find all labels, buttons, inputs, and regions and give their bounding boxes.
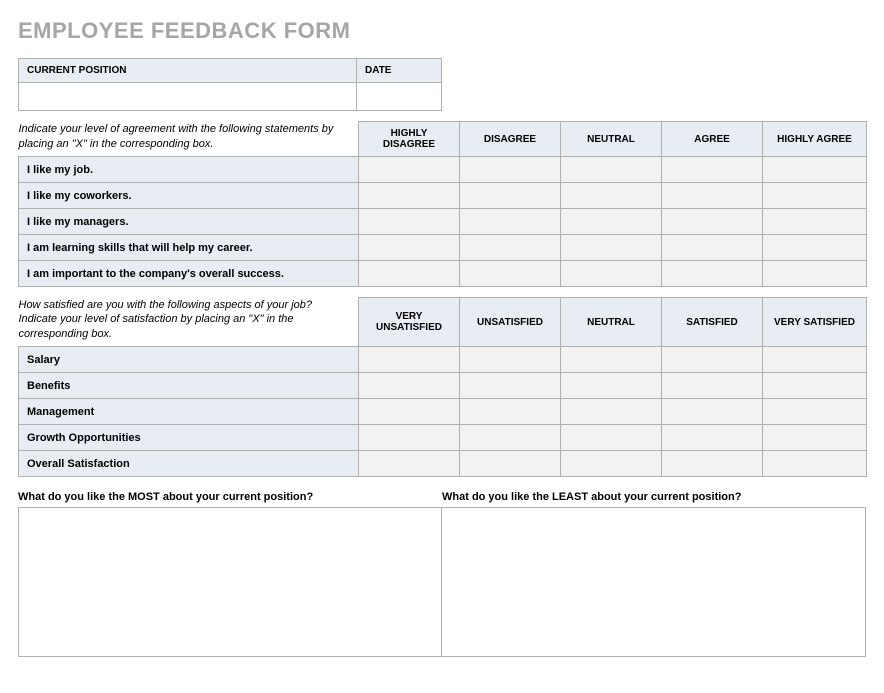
satisfaction-cell[interactable] — [561, 347, 662, 373]
satisfaction-cell[interactable] — [662, 373, 763, 399]
agreement-cell[interactable] — [460, 261, 561, 287]
satisfaction-col-4: VERY SATISFIED — [763, 298, 867, 347]
date-input[interactable] — [357, 83, 442, 111]
current-position-input[interactable] — [19, 83, 357, 111]
satisfaction-cell[interactable] — [763, 451, 867, 477]
satisfaction-cell[interactable] — [561, 425, 662, 451]
agreement-col-1: DISAGREE — [460, 122, 561, 157]
date-label: DATE — [357, 59, 442, 83]
agreement-cell[interactable] — [460, 183, 561, 209]
satisfaction-cell[interactable] — [763, 373, 867, 399]
satisfaction-cell[interactable] — [662, 347, 763, 373]
agreement-cell[interactable] — [662, 183, 763, 209]
agreement-col-2: NEUTRAL — [561, 122, 662, 157]
agreement-row-label: I like my coworkers. — [19, 183, 359, 209]
satisfaction-row-label: Growth Opportunities — [19, 425, 359, 451]
satisfaction-row-label: Overall Satisfaction — [19, 451, 359, 477]
satisfaction-cell[interactable] — [359, 399, 460, 425]
agreement-cell[interactable] — [561, 183, 662, 209]
agreement-cell[interactable] — [359, 209, 460, 235]
agreement-row-label: I am learning skills that will help my c… — [19, 235, 359, 261]
satisfaction-cell[interactable] — [763, 347, 867, 373]
satisfaction-cell[interactable] — [359, 347, 460, 373]
satisfaction-col-3: SATISFIED — [662, 298, 763, 347]
agreement-cell[interactable] — [359, 261, 460, 287]
info-table: CURRENT POSITION DATE — [18, 58, 442, 111]
satisfaction-cell[interactable] — [763, 425, 867, 451]
current-position-label: CURRENT POSITION — [19, 59, 357, 83]
agreement-row-label: I like my job. — [19, 157, 359, 183]
satisfaction-cell[interactable] — [460, 399, 561, 425]
agreement-cell[interactable] — [662, 235, 763, 261]
satisfaction-cell[interactable] — [662, 425, 763, 451]
agreement-cell[interactable] — [460, 157, 561, 183]
satisfaction-row-label: Benefits — [19, 373, 359, 399]
agreement-cell[interactable] — [763, 157, 867, 183]
agreement-cell[interactable] — [359, 183, 460, 209]
form-title: EMPLOYEE FEEDBACK FORM — [18, 18, 866, 44]
agreement-cell[interactable] — [662, 261, 763, 287]
agreement-cell[interactable] — [460, 235, 561, 261]
satisfaction-col-2: NEUTRAL — [561, 298, 662, 347]
satisfaction-cell[interactable] — [662, 451, 763, 477]
agreement-col-3: AGREE — [662, 122, 763, 157]
satisfaction-table: How satisfied are you with the following… — [18, 297, 867, 477]
satisfaction-cell[interactable] — [460, 373, 561, 399]
least-answer-box[interactable] — [442, 507, 866, 657]
satisfaction-instructions: How satisfied are you with the following… — [19, 298, 359, 343]
satisfaction-cell[interactable] — [561, 399, 662, 425]
satisfaction-cell[interactable] — [460, 451, 561, 477]
agreement-cell[interactable] — [359, 157, 460, 183]
agreement-instructions: Indicate your level of agreement with th… — [19, 122, 359, 152]
satisfaction-cell[interactable] — [359, 425, 460, 451]
satisfaction-row-label: Management — [19, 399, 359, 425]
agreement-cell[interactable] — [561, 235, 662, 261]
open-questions-row: What do you like the MOST about your cur… — [18, 491, 866, 507]
agreement-cell[interactable] — [359, 235, 460, 261]
agreement-cell[interactable] — [460, 209, 561, 235]
satisfaction-cell[interactable] — [662, 399, 763, 425]
satisfaction-row-label: Salary — [19, 347, 359, 373]
agreement-row-label: I am important to the company's overall … — [19, 261, 359, 287]
agreement-cell[interactable] — [763, 209, 867, 235]
satisfaction-col-1: UNSATISFIED — [460, 298, 561, 347]
agreement-cell[interactable] — [763, 235, 867, 261]
agreement-table: Indicate your level of agreement with th… — [18, 121, 867, 287]
satisfaction-cell[interactable] — [561, 451, 662, 477]
agreement-cell[interactable] — [561, 261, 662, 287]
satisfaction-cell[interactable] — [561, 373, 662, 399]
satisfaction-cell[interactable] — [460, 425, 561, 451]
agreement-cell[interactable] — [561, 209, 662, 235]
agreement-col-4: HIGHLY AGREE — [763, 122, 867, 157]
most-answer-box[interactable] — [18, 507, 442, 657]
satisfaction-cell[interactable] — [763, 399, 867, 425]
satisfaction-col-0: VERY UNSATISFIED — [359, 298, 460, 347]
agreement-row-label: I like my managers. — [19, 209, 359, 235]
agreement-cell[interactable] — [561, 157, 662, 183]
agreement-cell[interactable] — [763, 261, 867, 287]
least-question-label: What do you like the LEAST about your cu… — [442, 491, 866, 503]
agreement-cell[interactable] — [662, 157, 763, 183]
agreement-col-0: HIGHLY DISAGREE — [359, 122, 460, 157]
satisfaction-cell[interactable] — [359, 451, 460, 477]
agreement-cell[interactable] — [662, 209, 763, 235]
agreement-cell[interactable] — [763, 183, 867, 209]
satisfaction-cell[interactable] — [460, 347, 561, 373]
most-question-label: What do you like the MOST about your cur… — [18, 491, 442, 503]
satisfaction-cell[interactable] — [359, 373, 460, 399]
